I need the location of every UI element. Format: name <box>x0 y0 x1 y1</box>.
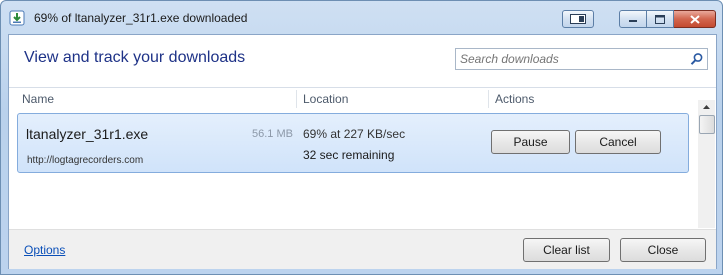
close-button[interactable]: Close <box>620 238 706 262</box>
download-item[interactable]: ltanalyzer_31r1.exe 56.1 MB http://logta… <box>17 113 689 173</box>
page-heading: View and track your downloads <box>24 49 246 66</box>
scroll-up-arrow[interactable] <box>698 100 715 114</box>
download-progress-status: 69% at 227 KB/sec <box>303 127 406 141</box>
downloads-list: Name Location Actions ltanalyzer_31r1.ex… <box>9 87 716 229</box>
scrollbar-thumb[interactable] <box>699 115 715 134</box>
title-bar[interactable]: 69% of ltanalyzer_31r1.exe downloaded <box>1 1 722 35</box>
search-icon[interactable] <box>690 52 704 66</box>
vertical-scrollbar[interactable] <box>698 100 715 228</box>
pause-button[interactable]: Pause <box>491 130 570 154</box>
cancel-button[interactable]: Cancel <box>575 130 661 154</box>
maximize-icon <box>655 14 665 24</box>
compact-view-button[interactable] <box>562 10 594 28</box>
file-size: 56.1 MB <box>252 128 293 140</box>
maximize-button[interactable] <box>647 10 674 28</box>
download-manager-icon <box>9 10 25 26</box>
search-box[interactable] <box>455 48 708 70</box>
file-name[interactable]: ltanalyzer_31r1.exe <box>26 126 148 142</box>
clear-list-button[interactable]: Clear list <box>523 238 610 262</box>
footer-bar: Options Clear list Close <box>9 229 716 269</box>
close-icon <box>689 14 700 24</box>
minimize-icon <box>629 20 637 22</box>
download-manager-window: 69% of ltanalyzer_31r1.exe downloaded Vi… <box>0 0 723 275</box>
close-window-button[interactable] <box>674 10 716 28</box>
column-header-actions[interactable]: Actions <box>489 88 689 110</box>
column-header-name[interactable]: Name <box>16 88 291 110</box>
window-title: 69% of ltanalyzer_31r1.exe downloaded <box>34 11 248 25</box>
column-header-location[interactable]: Location <box>297 88 485 110</box>
source-url[interactable]: http://logtagrecorders.com <box>27 155 143 166</box>
window-content: View and track your downloads Name Locat… <box>8 34 717 269</box>
chevron-up-icon <box>703 105 710 109</box>
options-link[interactable]: Options <box>24 243 65 257</box>
minimize-button[interactable] <box>619 10 647 28</box>
time-remaining: 32 sec remaining <box>303 148 395 162</box>
compact-view-icon <box>570 14 586 24</box>
search-input[interactable] <box>460 51 680 67</box>
